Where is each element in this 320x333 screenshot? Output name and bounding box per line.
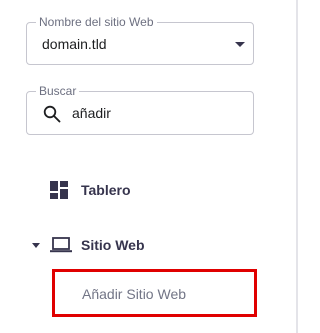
search-field[interactable]: Buscar xyxy=(26,83,254,135)
laptop-icon xyxy=(50,237,72,253)
sidebar-right-border xyxy=(296,0,298,333)
dashboard-icon xyxy=(50,181,68,199)
search-label: Buscar xyxy=(36,83,80,99)
site-name-select[interactable]: Nombre del sitio Web domain.tld xyxy=(26,14,254,65)
sidebar-item-dashboard[interactable]: Tablero xyxy=(50,180,131,200)
search-input[interactable] xyxy=(72,103,242,123)
site-name-value: domain.tld xyxy=(42,36,107,52)
sidebar-item-website-label: Sitio Web xyxy=(81,237,145,253)
sidebar-item-website[interactable]: Sitio Web xyxy=(32,235,145,255)
sidebar-item-dashboard-label: Tablero xyxy=(81,182,131,198)
search-icon xyxy=(43,105,61,123)
caret-down-icon xyxy=(32,242,40,248)
sidebar-subitem-add-website-label: Añadir Sitio Web xyxy=(82,286,187,302)
chevron-down-icon xyxy=(235,42,245,47)
site-name-label: Nombre del sitio Web xyxy=(36,14,157,30)
sidebar-subitem-add-website[interactable]: Añadir Sitio Web xyxy=(52,269,257,317)
